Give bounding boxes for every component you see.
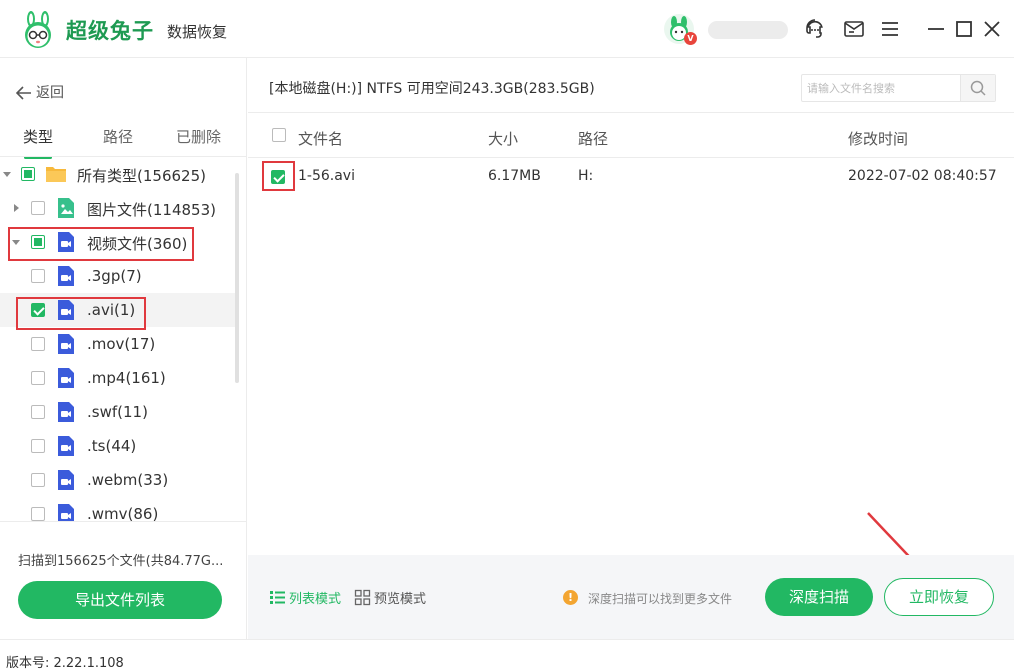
bottom-action-bar: 列表模式 预览模式 ! 深度扫描可以找到更多文件 深度扫描 立即恢复 (248, 555, 1014, 639)
title-bar: 超级兔子 数据恢复 V (0, 0, 1014, 58)
folder-icon (46, 167, 66, 182)
back-label: 返回 (36, 85, 64, 101)
checkbox[interactable] (31, 371, 45, 385)
file-modified: 2022-07-02 08:40:57 (848, 168, 997, 184)
column-header-path[interactable]: 路径 (578, 128, 608, 149)
app-subtitle: 数据恢复 (167, 23, 228, 41)
maximize-icon[interactable] (953, 18, 975, 40)
version-label: 版本号: 2.22.1.108 (6, 656, 124, 671)
select-all-checkbox[interactable] (272, 128, 286, 142)
support-chat-icon[interactable] (804, 18, 826, 40)
file-path: H: (578, 168, 594, 184)
search-icon (970, 80, 986, 96)
search-box (801, 74, 996, 102)
highlight-box-avi (16, 297, 146, 330)
list-mode-button[interactable]: 列表模式 (269, 588, 341, 607)
tree-item-images[interactable]: 图片文件(114853) (0, 191, 236, 225)
info-icon: ! (563, 590, 578, 605)
feedback-icon[interactable] (843, 18, 865, 40)
tree-item-label: .ts(44) (87, 437, 137, 455)
tree-item-3gp[interactable]: .3gp(7) (0, 259, 236, 293)
scan-summary: 扫描到156625个文件(共84.77G... (18, 554, 224, 569)
app-title: 超级兔子 (66, 19, 154, 43)
arrow-left-icon (15, 86, 31, 100)
tree-item-wmv[interactable]: .wmv(86) (0, 497, 236, 521)
grid-view-icon (354, 589, 371, 606)
checkbox[interactable] (21, 167, 35, 181)
sidebar-scrollbar[interactable] (235, 173, 239, 383)
column-header-name[interactable]: 文件名 (298, 128, 343, 149)
username-blurred[interactable] (708, 21, 788, 39)
chevron-right-icon[interactable] (11, 203, 21, 213)
tree-item-label: 图片文件(114853) (87, 201, 216, 219)
export-file-list-button[interactable]: 导出文件列表 (18, 581, 222, 619)
sidebar: 返回 类型 路径 已删除 所有类型(156625) 图片文件(114853) 视… (0, 58, 247, 639)
tree-item-label: .mp4(161) (87, 369, 166, 387)
sidebar-tabs: 类型 路径 已删除 (0, 126, 247, 159)
column-header-modified[interactable]: 修改时间 (848, 128, 908, 149)
back-button[interactable]: 返回 (15, 82, 64, 102)
minimize-icon[interactable] (925, 18, 947, 40)
tree-item-ts[interactable]: .ts(44) (0, 429, 236, 463)
preview-mode-label: 预览模式 (374, 592, 427, 607)
highlight-box-videos (8, 227, 194, 261)
status-bar: 版本号: 2.22.1.108 (0, 639, 1014, 671)
file-name: 1-56.avi (298, 168, 355, 184)
tab-deleted[interactable]: 已删除 (176, 126, 221, 147)
tab-type[interactable]: 类型 (23, 126, 53, 147)
tree-item-label: .webm(33) (87, 471, 169, 489)
preview-mode-button[interactable]: 预览模式 (354, 588, 426, 607)
tree-item-swf[interactable]: .swf(11) (0, 395, 236, 429)
checkbox[interactable] (31, 473, 45, 487)
video-file-icon (58, 436, 74, 456)
video-file-icon (58, 470, 74, 490)
tree-item-mp4[interactable]: .mp4(161) (0, 361, 236, 395)
list-mode-label: 列表模式 (289, 592, 342, 607)
tree-item-all-types[interactable]: 所有类型(156625) (0, 157, 236, 191)
highlight-box-row-checkbox (262, 161, 295, 191)
divider (0, 521, 247, 522)
checkbox[interactable] (31, 201, 45, 215)
tab-path[interactable]: 路径 (103, 126, 133, 147)
video-file-icon (58, 504, 74, 521)
tree-item-label: .swf(11) (87, 403, 148, 421)
search-input[interactable] (802, 75, 960, 101)
menu-icon[interactable] (879, 18, 901, 40)
deep-scan-tip: 深度扫描可以找到更多文件 (588, 592, 733, 606)
file-size: 6.17MB (488, 168, 541, 184)
checkbox[interactable] (31, 439, 45, 453)
tree-item-label: .3gp(7) (87, 267, 142, 285)
divider (248, 112, 1014, 113)
video-file-icon (58, 266, 74, 286)
search-button[interactable] (960, 75, 995, 101)
column-header-size[interactable]: 大小 (488, 128, 518, 149)
recover-now-button[interactable]: 立即恢复 (884, 578, 994, 616)
checkbox[interactable] (31, 269, 45, 283)
checkbox[interactable] (31, 337, 45, 351)
list-view-icon (270, 591, 285, 604)
rabbit-logo-icon (25, 11, 51, 48)
video-file-icon (58, 368, 74, 388)
tree-item-label: .wmv(86) (87, 505, 159, 521)
checkbox[interactable] (31, 405, 45, 419)
tree-item-mov[interactable]: .mov(17) (0, 327, 236, 361)
tree-item-webm[interactable]: .webm(33) (0, 463, 236, 497)
main-panel: [本地磁盘(H:)] NTFS 可用空间243.3GB(283.5GB) 文件名… (248, 58, 1014, 639)
vip-badge: V (684, 32, 697, 45)
chevron-down-icon[interactable] (2, 169, 12, 179)
checkbox[interactable] (31, 507, 45, 521)
close-icon[interactable] (981, 18, 1003, 40)
tree-item-label: 所有类型(156625) (77, 167, 206, 185)
video-file-icon (58, 402, 74, 422)
image-file-icon (58, 198, 74, 218)
file-type-tree: 所有类型(156625) 图片文件(114853) 视频文件(360) .3gp… (0, 157, 240, 521)
deep-scan-button[interactable]: 深度扫描 (765, 578, 873, 616)
drive-info: [本地磁盘(H:)] NTFS 可用空间243.3GB(283.5GB) (269, 81, 595, 97)
tree-item-label: .mov(17) (87, 335, 156, 353)
video-file-icon (58, 334, 74, 354)
divider (248, 157, 1014, 158)
